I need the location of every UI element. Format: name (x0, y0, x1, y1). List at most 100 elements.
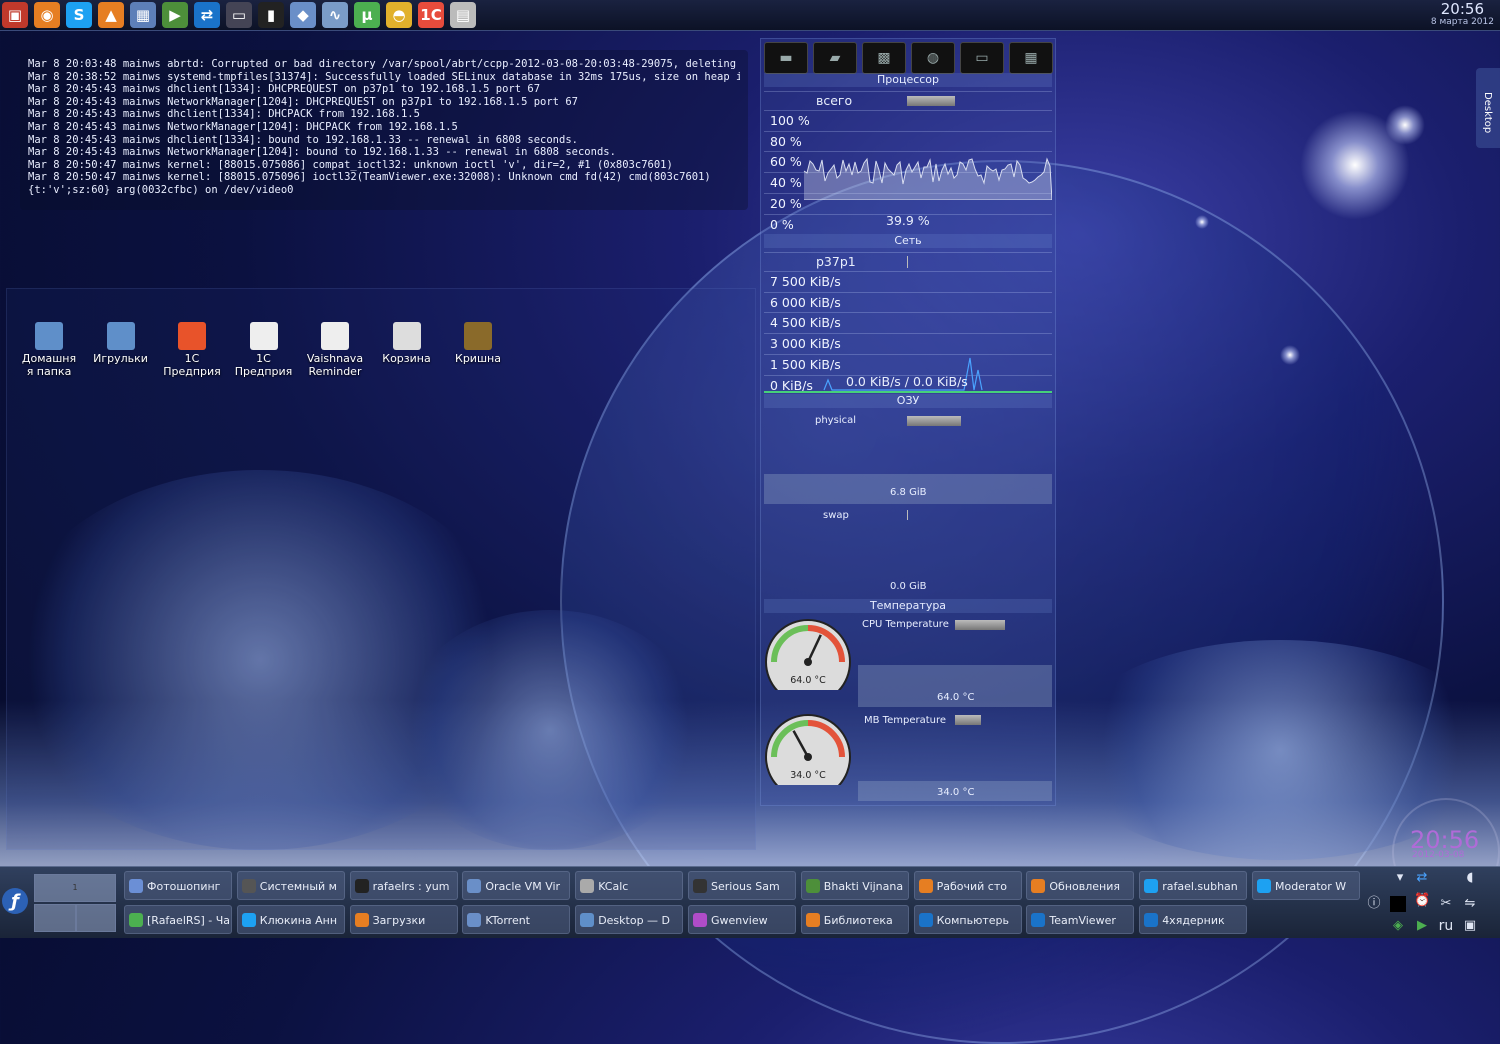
cpu-total-bar (907, 96, 955, 106)
network-section-title: Сеть (764, 234, 1052, 248)
panel-clock-time[interactable]: 20:56 (1441, 0, 1484, 18)
network-axis-row-label: 4 500 KiB/s (770, 315, 841, 331)
info-icon[interactable]: ⓘ (1366, 896, 1382, 912)
task-label: KCalc (598, 880, 629, 893)
scissors-icon[interactable]: ✂ (1438, 896, 1454, 912)
alarm-clock-icon[interactable]: ⏰ (1414, 893, 1430, 909)
cpu-usage-value: 39.9 % (886, 213, 930, 228)
taskbar-task[interactable]: TeamViewer (1026, 905, 1135, 934)
desktop-icon-label: Reminder (308, 365, 362, 378)
desktop-icon-onec-enterprise-2[interactable]: 1С Предприя (229, 322, 299, 378)
notification-icon[interactable]: ▾ (1392, 870, 1408, 886)
desktop-pager[interactable]: 1 (34, 872, 116, 932)
vaishnava-reminder-icon (321, 322, 349, 350)
torrent-icon[interactable]: µ (354, 2, 380, 28)
desktop-icon-kryshna[interactable]: Кришна (443, 322, 513, 365)
taskbar-task[interactable]: Загрузки (349, 905, 458, 934)
monitor-icon[interactable]: ▭ (226, 2, 252, 28)
taskbar-task[interactable]: Библиотека (800, 905, 909, 934)
pager-desktop[interactable] (34, 904, 76, 932)
drive-tab-icon[interactable]: ▰ (813, 42, 857, 74)
taskbar-task[interactable]: KTorrent (462, 905, 571, 934)
skype-icon[interactable]: S (66, 2, 92, 28)
batman-icon[interactable]: ◓ (386, 2, 412, 28)
taskbar-task[interactable]: Gwenview (688, 905, 796, 934)
wallpaper-star (1385, 105, 1425, 145)
mb-temp-gauge-value: 34.0 °C (790, 770, 826, 781)
keyboard-layout-indicator[interactable]: ru (1434, 918, 1458, 934)
panel-clock-date[interactable]: 8 марта 2012 (1431, 17, 1494, 27)
hdd-tab-icon[interactable]: ▬ (764, 42, 808, 74)
task-label: rafaelrs : yum (372, 880, 450, 893)
desktop-icon-vaishnava-reminder[interactable]: Vaishnava Reminder (300, 322, 370, 378)
taskbar-task[interactable]: Serious Sam (688, 871, 796, 900)
top-panel (0, 0, 1500, 31)
task-label: Рабочий сто (936, 880, 1007, 893)
desktop-icon-label: Vaishnava (306, 352, 364, 365)
virtualbox-icon[interactable]: ◆ (290, 2, 316, 28)
device-notifier-icon[interactable]: ▣ (1462, 918, 1478, 934)
taskbar-task[interactable]: rafaelrs : yum (349, 871, 458, 900)
temperature-section-title: Температура (764, 599, 1052, 613)
log-line: Mar 8 20:45:43 mainws NetworkManager[120… (28, 95, 578, 108)
kde-menu-button[interactable]: ƒ (2, 888, 28, 914)
taskbar-task[interactable]: Обновления (1026, 871, 1135, 900)
chart-app-icon[interactable]: ∿ (322, 2, 348, 28)
hardware-tab-icon[interactable]: ▩ (862, 42, 906, 74)
network-tray-icon[interactable]: ⇋ (1462, 896, 1478, 912)
task-label: 4хядерник (1162, 914, 1225, 927)
task-app-icon (241, 913, 256, 927)
task-app-icon (129, 879, 143, 893)
task-app-icon (1031, 879, 1046, 893)
teamviewer-icon[interactable]: ⇄ (194, 2, 220, 28)
desktop-icon-trash[interactable]: Корзина (372, 322, 442, 365)
kryshna-icon (464, 322, 492, 350)
vlc-icon[interactable]: ▲ (98, 2, 124, 28)
taskbar-task[interactable]: Desktop — D (575, 905, 684, 934)
task-label: Загрузки (372, 914, 426, 927)
taskbar-task[interactable]: Moderator W (1252, 871, 1360, 900)
start-icon[interactable]: ▣ (2, 2, 28, 28)
terminal-icon[interactable]: ▮ (258, 2, 284, 28)
desktop-icon-games-folder[interactable]: Игрульки (86, 322, 156, 365)
firefox-icon[interactable]: ◉ (34, 2, 60, 28)
taskbar-task[interactable]: Клюкина Анн (236, 905, 345, 934)
play-tray-icon[interactable]: ▶ (1414, 918, 1430, 934)
volume-icon[interactable]: ◖ (1462, 870, 1478, 886)
media-player-icon[interactable]: ▶ (162, 2, 188, 28)
onec-icon[interactable]: 1С (418, 2, 444, 28)
taskbar-task[interactable]: Рабочий сто (913, 871, 1022, 900)
taskbar-task[interactable]: Системный м (236, 871, 345, 900)
network-icon[interactable]: ▦ (130, 2, 156, 28)
calculator-icon[interactable]: ▤ (450, 2, 476, 28)
display-tab-icon[interactable]: ▭ (960, 42, 1004, 74)
taskbar-task[interactable]: 4хядерник (1139, 905, 1248, 934)
taskbar-task[interactable]: Компьютерь (913, 905, 1022, 934)
chat-tray-icon[interactable]: ◈ (1390, 918, 1406, 934)
taskbar-task[interactable]: Bhakti Vijnana (800, 871, 909, 900)
cpu-chip-tab-icon[interactable]: ▦ (1009, 42, 1053, 74)
taskbar-task[interactable]: [RafaelRS] - Ча (124, 905, 232, 934)
taskbar-task[interactable]: Oracle VM Vir (462, 871, 571, 900)
ram-physical-value: 6.8 GiB (890, 487, 927, 498)
pager-desktop[interactable] (76, 904, 116, 932)
taskbar-task[interactable]: rafael.subhan (1139, 871, 1248, 900)
network-globe-tab-icon[interactable]: ◍ (911, 42, 955, 74)
task-app-icon (467, 879, 482, 893)
desktop-icon-home-folder[interactable]: Домашня я папка (14, 322, 84, 378)
black-square-icon[interactable] (1390, 896, 1406, 912)
log-line: Mar 8 20:45:43 mainws NetworkManager[120… (28, 146, 616, 159)
desktop-icon-label: Игрульки (93, 352, 148, 365)
taskbar-task[interactable]: KCalc (575, 871, 684, 900)
taskbar-task[interactable]: Фотошопинг (124, 871, 232, 900)
desktop-icon-onec-enterprise-1[interactable]: 1С Предприя (157, 322, 227, 378)
ram-section-title: ОЗУ (764, 394, 1052, 408)
task-label: Клюкина Анн (259, 914, 338, 927)
wallpaper-star (1195, 215, 1209, 229)
network-axis-row-label: 3 000 KiB/s (770, 336, 841, 352)
games-folder-icon (106, 322, 135, 350)
network-bar (907, 256, 908, 268)
pager-desktop[interactable]: 1 (34, 874, 116, 902)
desktop-toolbox-tab[interactable]: Desktop (1476, 68, 1500, 148)
teamviewer-tray-icon[interactable]: ⇄ (1414, 870, 1430, 886)
